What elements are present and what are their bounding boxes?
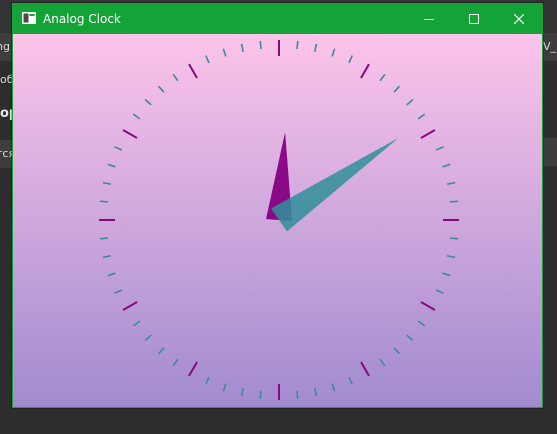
minute-tick (450, 200, 459, 203)
minimize-button[interactable] (406, 4, 452, 34)
analog-clock (13, 34, 542, 407)
minimize-icon (424, 19, 434, 20)
clock-canvas (13, 34, 542, 407)
background-label: оба (0, 73, 12, 86)
background-field-right-2[interactable] (543, 138, 557, 166)
title-bar[interactable]: Analog Clock (13, 4, 542, 34)
background-field-right[interactable]: V_ (541, 33, 557, 61)
window-title: Analog Clock (43, 12, 121, 26)
background-heading: ор (0, 106, 12, 121)
maximize-button[interactable] (451, 4, 497, 34)
close-icon (514, 14, 524, 24)
clock-background (13, 34, 542, 407)
minute-tick (259, 391, 262, 400)
minute-tick (99, 200, 108, 203)
minute-tick (259, 40, 262, 49)
analog-clock-window[interactable]: Analog Clock (12, 3, 543, 408)
minute-tick (99, 237, 108, 240)
minute-tick (296, 40, 299, 49)
close-button[interactable] (496, 4, 542, 34)
maximize-icon (469, 14, 479, 24)
window-app-icon (22, 12, 36, 24)
minute-tick (450, 237, 459, 240)
minute-tick (296, 391, 299, 400)
